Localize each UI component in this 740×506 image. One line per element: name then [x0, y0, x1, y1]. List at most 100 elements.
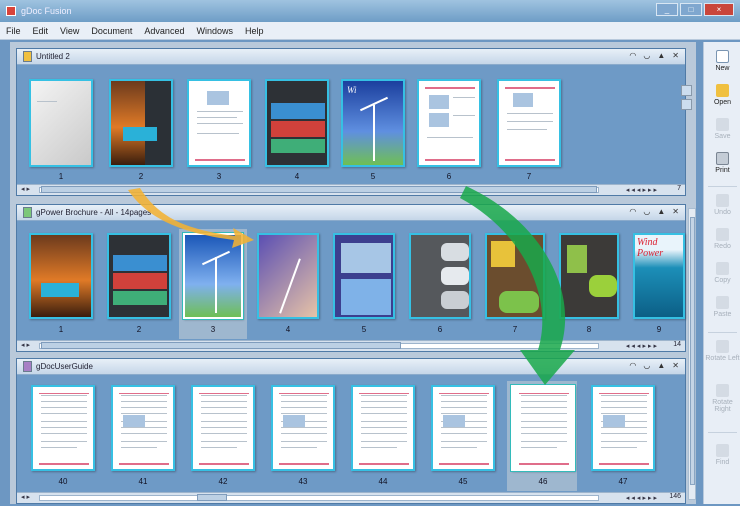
- rotate-left-icon: [716, 340, 729, 353]
- page-thumbnail-selected[interactable]: [182, 232, 244, 320]
- close-panel-icon[interactable]: ✕: [672, 51, 679, 60]
- page-count: 146: [669, 493, 681, 500]
- scroll-left-icon[interactable]: ◂ ▸: [21, 493, 30, 501]
- panel-title: gPower Brochure - All - 14pages: [36, 208, 152, 217]
- redo-button[interactable]: Redo: [704, 228, 740, 250]
- page-thumbnail[interactable]: [107, 233, 171, 319]
- page-thumbnail[interactable]: [271, 385, 335, 471]
- page-thumbnail[interactable]: Wi: [341, 79, 405, 167]
- page-number: 1: [58, 172, 64, 181]
- page-count: 7: [677, 185, 681, 192]
- page-thumbnail[interactable]: [265, 79, 329, 167]
- page-thumbnail[interactable]: [409, 233, 471, 319]
- menu-file[interactable]: File: [6, 26, 21, 36]
- page-scrollbar[interactable]: ◂ ▸ ◂◂◂▸▸▸ 14: [17, 340, 685, 351]
- page-thumbnail[interactable]: [29, 233, 93, 319]
- page-number: 7: [512, 325, 518, 334]
- zoom-out-icon[interactable]: [681, 99, 692, 110]
- page-number: 4: [294, 172, 300, 181]
- collapse-icon[interactable]: ▲: [657, 51, 665, 60]
- page-thumbnail[interactable]: [187, 79, 251, 167]
- page-thumbnail[interactable]: [559, 233, 619, 319]
- page-thumbnail[interactable]: [417, 79, 481, 167]
- refresh-icon[interactable]: ◠: [629, 361, 636, 370]
- restore-icon[interactable]: ◡: [643, 361, 650, 370]
- page-thumbnail[interactable]: [257, 233, 319, 319]
- page-thumbnail[interactable]: [29, 79, 93, 167]
- page-number: 45: [458, 477, 468, 486]
- page-number: 2: [138, 172, 144, 181]
- page-number: 2: [136, 325, 142, 334]
- find-button[interactable]: Find: [704, 444, 740, 466]
- close-panel-icon[interactable]: ✕: [672, 207, 679, 216]
- page-thumbnail[interactable]: [497, 79, 561, 167]
- restore-icon[interactable]: ◡: [643, 207, 650, 216]
- page-thumbnail-selected[interactable]: [510, 384, 576, 472]
- scroll-left-icon[interactable]: ◂ ▸: [21, 341, 30, 349]
- paste-button[interactable]: Paste: [704, 296, 740, 318]
- document-panel-untitled: Untitled 2 ◠ ◡ ▲ ✕ 1 2 3 4 Wi 5 6 7 ◂ ▸ …: [16, 48, 692, 196]
- close-panel-icon[interactable]: ✕: [672, 361, 679, 370]
- page-nav-icons[interactable]: ◂◂◂▸▸▸: [626, 494, 659, 502]
- menu-help[interactable]: Help: [245, 26, 264, 36]
- menu-windows[interactable]: Windows: [196, 26, 233, 36]
- page-scrollbar[interactable]: ◂ ▸ ◂◂◂▸▸▸ 146: [17, 492, 685, 503]
- page-thumbnail[interactable]: Wind Power: [633, 233, 685, 319]
- document-panel-userguide: gDocUserGuide ◠ ◡ ▲ ✕ 40 41 42 43 44 45 46 47 ◂…: [16, 358, 686, 504]
- page-nav-icons[interactable]: ◂◂◂▸▸▸: [626, 186, 659, 194]
- close-button[interactable]: ×: [704, 3, 734, 16]
- refresh-icon[interactable]: ◠: [629, 51, 636, 60]
- page-thumbnail[interactable]: [485, 233, 545, 319]
- save-button[interactable]: Save: [704, 118, 740, 140]
- menu-view[interactable]: View: [60, 26, 79, 36]
- page-thumbnail[interactable]: [431, 385, 495, 471]
- open-icon: [716, 84, 729, 97]
- page-nav-icons[interactable]: ◂◂◂▸▸▸: [626, 342, 659, 350]
- print-icon: [716, 152, 729, 165]
- right-toolbar: New Open Save Print Undo Redo Copy Paste…: [703, 42, 740, 504]
- rotate-left-button[interactable]: Rotate Left: [704, 340, 740, 362]
- page-thumbnail[interactable]: [109, 79, 173, 167]
- page-thumbnail[interactable]: [31, 385, 95, 471]
- new-button[interactable]: New: [704, 50, 740, 72]
- print-button[interactable]: Print: [704, 152, 740, 174]
- copy-button[interactable]: Copy: [704, 262, 740, 284]
- paste-icon: [716, 296, 729, 309]
- page-number: 3: [210, 325, 216, 334]
- tool-label: Paste: [713, 311, 732, 318]
- page-thumbnail[interactable]: [191, 385, 255, 471]
- panel-header: Untitled 2 ◠ ◡ ▲ ✕: [17, 49, 685, 65]
- page-thumbnail[interactable]: [111, 385, 175, 471]
- page-thumbnail[interactable]: [351, 385, 415, 471]
- collapse-icon[interactable]: ▲: [657, 207, 665, 216]
- page-count: 14: [673, 341, 681, 348]
- undo-button[interactable]: Undo: [704, 194, 740, 216]
- find-icon: [716, 444, 729, 457]
- collapse-icon[interactable]: ▲: [657, 361, 665, 370]
- menu-advanced[interactable]: Advanced: [144, 26, 184, 36]
- minimize-button[interactable]: _: [656, 3, 678, 16]
- page-number: 6: [446, 172, 452, 181]
- vertical-scrollbar[interactable]: [688, 208, 696, 500]
- panel-title: gDocUserGuide: [36, 362, 93, 371]
- maximize-button[interactable]: □: [680, 3, 702, 16]
- tool-label: Redo: [714, 243, 731, 250]
- refresh-icon[interactable]: ◠: [629, 207, 636, 216]
- page-number: 9: [656, 325, 662, 334]
- page-thumbnail[interactable]: [591, 385, 655, 471]
- open-button[interactable]: Open: [704, 84, 740, 106]
- rotate-right-button[interactable]: Rotate Right: [704, 384, 740, 413]
- scroll-left-icon[interactable]: ◂ ▸: [21, 185, 30, 193]
- restore-icon[interactable]: ◡: [643, 51, 650, 60]
- tool-label: New: [715, 65, 730, 72]
- page-scrollbar[interactable]: ◂ ▸ ◂◂◂▸▸▸ 7: [17, 184, 685, 195]
- page-thumbnail[interactable]: [333, 233, 395, 319]
- page-number: 1: [58, 325, 64, 334]
- zoom-in-icon[interactable]: [681, 85, 692, 96]
- page-number: 47: [618, 477, 628, 486]
- menu-document[interactable]: Document: [91, 26, 132, 36]
- menu-edit[interactable]: Edit: [33, 26, 49, 36]
- menu-bar: File Edit View Document Advanced Windows…: [0, 22, 740, 40]
- page-number: 43: [298, 477, 308, 486]
- wind-power-title: Wind Power: [637, 237, 664, 259]
